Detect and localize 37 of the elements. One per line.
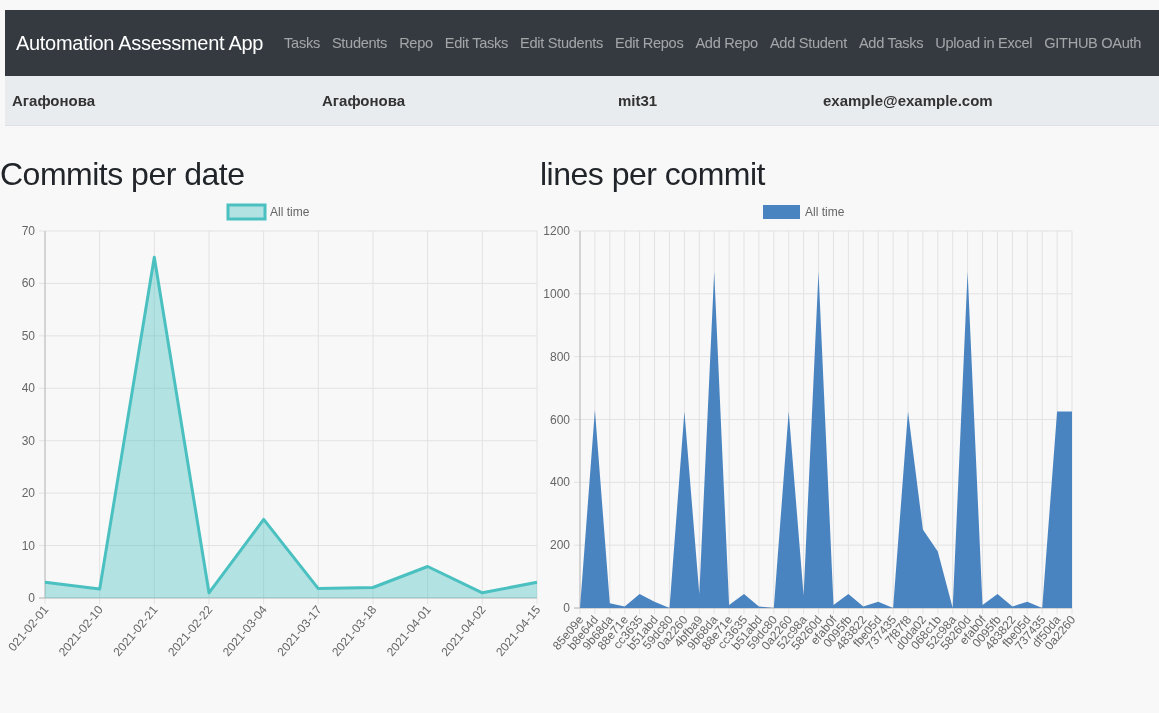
- legend-swatch[interactable]: [226, 203, 267, 221]
- nav-link[interactable]: Add Tasks: [858, 35, 924, 51]
- user-info-text: Агафонова: [12, 92, 97, 109]
- y-axis-label: 0: [563, 601, 570, 615]
- nav-link[interactable]: Edit Tasks: [444, 35, 509, 51]
- y-axis-label: 70: [21, 224, 35, 238]
- y-axis-label: 10: [21, 538, 35, 553]
- nav-link[interactable]: GITHUB OAuth: [1044, 35, 1142, 51]
- user-info-text: mit31: [618, 92, 659, 109]
- chart-title: Commits per date: [0, 155, 246, 194]
- nav-link[interactable]: Repo: [399, 35, 433, 51]
- legend-swatch[interactable]: [763, 205, 800, 219]
- y-axis-label: 20: [21, 486, 35, 501]
- nav-link[interactable]: Tasks: [284, 35, 320, 51]
- user-info-text: Агафонова: [322, 92, 407, 109]
- y-axis-label: 30: [21, 433, 35, 448]
- y-axis-label: 50: [21, 328, 35, 343]
- y-axis-label: 600: [549, 412, 570, 427]
- legend-label[interactable]: All time: [270, 205, 310, 219]
- nav-link[interactable]: Add Repo: [695, 35, 758, 51]
- y-axis-label: 0: [28, 591, 35, 605]
- nav-link[interactable]: Edit Students: [520, 35, 603, 51]
- y-axis-label: 1000: [543, 286, 570, 301]
- y-axis-label: 400: [549, 475, 570, 490]
- legend-label[interactable]: All time: [805, 205, 845, 219]
- y-axis-label: 200: [549, 538, 570, 553]
- y-axis-label: 60: [21, 276, 35, 291]
- y-axis-label: 800: [549, 349, 570, 364]
- app-brand[interactable]: Automation Assessment App: [16, 31, 264, 55]
- y-axis-label: 1200: [543, 224, 570, 238]
- nav-link[interactable]: Students: [331, 35, 388, 51]
- nav-link[interactable]: Add Student: [769, 35, 847, 51]
- nav-link[interactable]: Edit Repos: [615, 35, 684, 51]
- user-info-text: example@example.com: [823, 92, 993, 109]
- chart-title: lines per commit: [540, 155, 767, 194]
- y-axis-label: 40: [21, 381, 35, 396]
- nav-link[interactable]: Upload in Excel: [935, 35, 1033, 51]
